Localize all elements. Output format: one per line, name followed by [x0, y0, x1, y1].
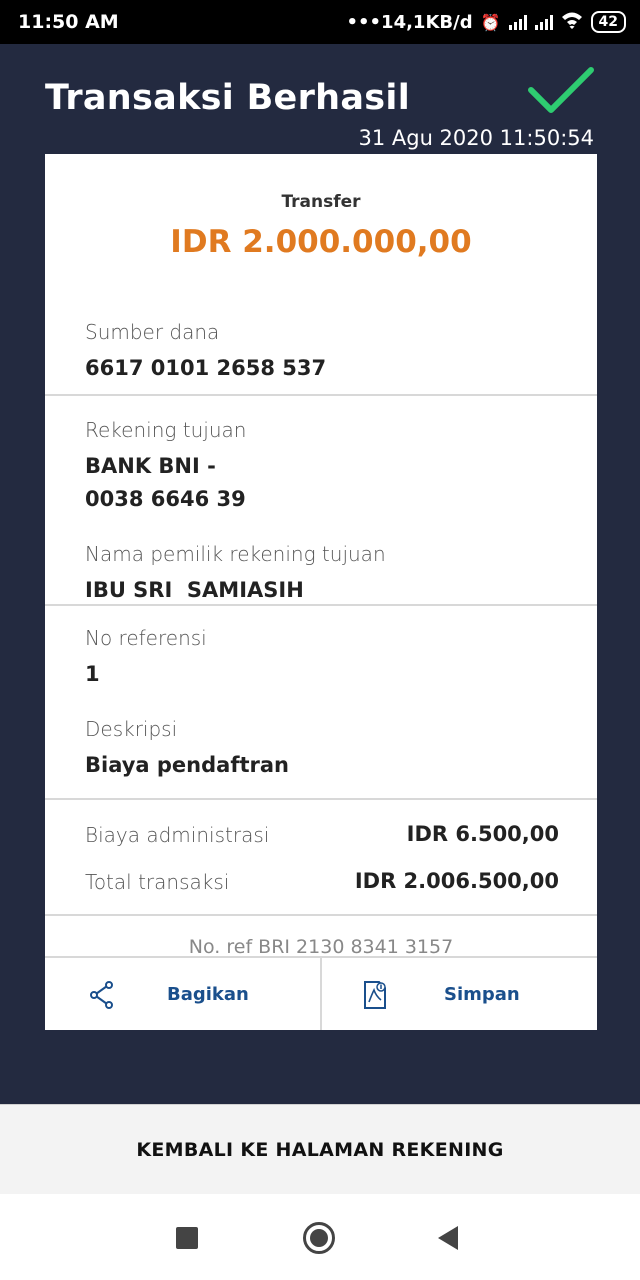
back-to-accounts-button[interactable]: KEMBALI KE HALAMAN REKENING	[0, 1104, 640, 1194]
page-title: Transaksi Berhasil	[45, 78, 411, 118]
owner-name: IBU SRI SAMIASIH	[85, 578, 304, 602]
reference-value: 1	[85, 662, 100, 686]
reference-label: No referensi	[85, 626, 207, 650]
signal-icon-2	[534, 14, 553, 30]
source-label: Sumber dana	[85, 320, 220, 344]
transaction-type: Transfer	[281, 192, 361, 212]
admin-fee-row: Biaya administrasi IDR 6.500,00	[85, 818, 559, 851]
transaction-timestamp: 31 Agu 2020 11:50:54	[358, 126, 594, 150]
fee-section: Biaya administrasi IDR 6.500,00 Total tr…	[45, 818, 597, 898]
divider	[45, 914, 597, 916]
description-label: Deskripsi	[85, 717, 178, 741]
wifi-icon	[561, 11, 583, 34]
bri-reference: No. ref BRI 2130 8341 3157	[188, 936, 454, 958]
save-label: Simpan	[444, 984, 520, 1005]
admin-fee-label: Biaya administrasi	[85, 822, 270, 847]
home-icon[interactable]	[303, 1222, 335, 1254]
status-indicators: •••14,1KB/d ⏰ 42	[347, 11, 626, 34]
divider	[45, 798, 597, 800]
total-label: Total transaksi	[85, 869, 230, 894]
signal-icon	[508, 14, 527, 30]
total-value: IDR 2.006.500,00	[354, 869, 559, 893]
reference-section: No referensi 1 Deskripsi Biaya pendaftra…	[45, 626, 597, 782]
total-row: Total transaksi IDR 2.006.500,00	[85, 865, 559, 898]
network-speed: •••14,1KB/d	[346, 11, 473, 33]
navigation-bar	[0, 1194, 640, 1280]
save-pdf-icon	[364, 981, 386, 1009]
description-value: Biaya pendaftran	[85, 753, 289, 777]
share-label: Bagikan	[167, 984, 249, 1005]
destination-account: 0038 6646 39	[85, 487, 246, 511]
divider	[45, 604, 597, 606]
divider	[45, 394, 597, 396]
save-button[interactable]: Simpan	[320, 958, 597, 1030]
receipt-card: Transfer IDR 2.000.000,00 Sumber dana 66…	[45, 154, 597, 1030]
source-account: 6617 0101 2658 537	[85, 356, 327, 380]
destination-bank: BANK BNI -	[85, 454, 216, 478]
admin-fee-value: IDR 6.500,00	[406, 822, 559, 846]
receipt-header: Transfer IDR 2.000.000,00	[45, 154, 597, 260]
action-bar: Bagikan Simpan	[45, 956, 597, 1030]
checkmark-icon	[528, 67, 594, 113]
alarm-off-icon: ⏰	[480, 12, 501, 32]
share-icon	[90, 981, 113, 1009]
source-section: Sumber dana 6617 0101 2658 537	[45, 320, 597, 385]
transaction-amount: IDR 2.000.000,00	[170, 224, 472, 260]
share-button[interactable]: Bagikan	[45, 958, 320, 1030]
destination-section: Rekening tujuan BANK BNI - 0038 6646 39 …	[45, 418, 597, 607]
recent-apps-icon[interactable]	[176, 1227, 198, 1249]
destination-label: Rekening tujuan	[85, 418, 247, 442]
status-time: 11:50 AM	[18, 11, 119, 33]
back-icon[interactable]	[438, 1226, 458, 1250]
status-bar: 11:50 AM •••14,1KB/d ⏰ 42	[0, 0, 640, 44]
owner-label: Nama pemilik rekening tujuan	[85, 542, 386, 566]
battery-icon: 42	[590, 11, 626, 33]
